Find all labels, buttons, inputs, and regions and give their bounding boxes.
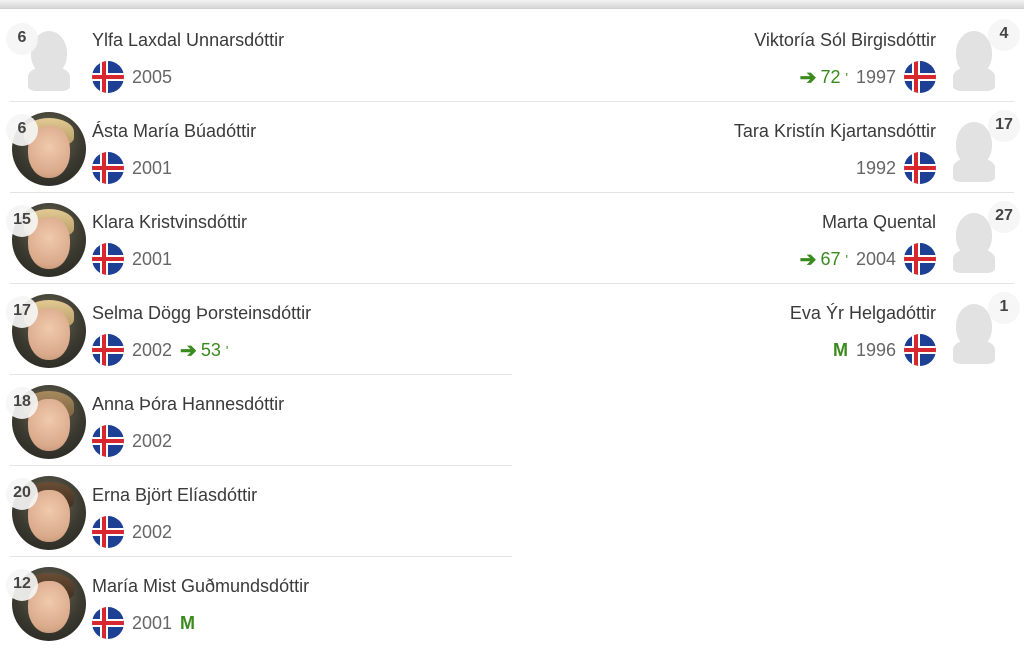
player-name[interactable]: Klara Kristvinsdóttir xyxy=(92,212,247,233)
player-name[interactable]: Ylfa Laxdal Unnarsdóttir xyxy=(92,30,284,51)
shirt-number-badge: 18 xyxy=(6,387,38,419)
iceland-flag-icon xyxy=(92,607,124,639)
birth-year: 2002 xyxy=(132,430,173,451)
top-divider xyxy=(0,0,1024,9)
birth-year: 1992 xyxy=(855,157,896,178)
shirt-number-badge: 17 xyxy=(6,296,38,328)
player-meta: 1992 xyxy=(855,152,936,184)
player-row[interactable]: 17 Tara Kristín Kjartansdóttir 1992 xyxy=(512,102,1020,193)
player-meta: 2002 ➔ 53 ' xyxy=(92,334,228,366)
minute-mark: ' xyxy=(225,342,229,358)
arrow-right-icon: ➔ xyxy=(180,339,197,362)
player-row[interactable]: 6 Ylfa Laxdal Unnarsdóttir 2005 xyxy=(6,11,512,102)
player-name[interactable]: Erna Björt Elíasdóttir xyxy=(92,485,257,506)
iceland-flag-icon xyxy=(92,61,124,93)
minute-mark: ' xyxy=(845,251,848,267)
player-row[interactable]: 4 Viktoría Sól Birgisdóttir ➔ 72 ' 1997 xyxy=(512,11,1020,102)
substitution-indicator: ➔ 67 ' xyxy=(800,247,848,272)
player-row[interactable]: 27 Marta Quental ➔ 67 ' 2004 xyxy=(512,193,1020,284)
shirt-number-badge: 27 xyxy=(988,201,1020,233)
birth-year: 1996 xyxy=(855,339,896,360)
player-name[interactable]: Selma Dögg Þorsteinsdóttir xyxy=(92,303,311,324)
player-name[interactable]: Eva Ýr Helgadóttir xyxy=(790,303,936,324)
arrow-right-icon: ➔ xyxy=(799,248,817,271)
shirt-number-badge: 12 xyxy=(6,569,38,601)
player-meta: ➔ 72 ' 1997 xyxy=(800,61,936,93)
substitution-indicator: ➔ 53 ' xyxy=(180,338,228,363)
birth-year: 1997 xyxy=(855,66,896,87)
birth-year: 2001 xyxy=(132,157,173,178)
birth-year: 2005 xyxy=(132,66,173,87)
player-meta: 2001 xyxy=(92,152,173,184)
player-meta: 2001 M xyxy=(92,607,196,639)
player-name[interactable]: María Mist Guðmundsdóttir xyxy=(92,576,309,597)
shirt-number-badge: 6 xyxy=(6,114,38,146)
birth-year: 2004 xyxy=(855,248,896,269)
m-badge: M xyxy=(832,339,848,360)
iceland-flag-icon xyxy=(904,61,936,93)
iceland-flag-icon xyxy=(92,425,124,457)
player-meta: 2002 xyxy=(92,516,173,548)
minute-mark: ' xyxy=(845,69,848,85)
player-name[interactable]: Tara Kristín Kjartansdóttir xyxy=(734,121,936,142)
player-row[interactable]: 6 Ásta María Búadóttir 2001 xyxy=(6,102,512,193)
home-lineup-column: 6 Ylfa Laxdal Unnarsdóttir 2005 6 Ásta María… xyxy=(0,11,512,647)
shirt-number-badge: 15 xyxy=(6,205,38,237)
shirt-number-badge: 6 xyxy=(6,23,38,55)
player-meta: 2002 xyxy=(92,425,173,457)
player-row[interactable]: 15 Klara Kristvinsdóttir 2001 xyxy=(6,193,512,284)
player-row[interactable]: 18 Anna Þóra Hannesdóttir 2002 xyxy=(6,375,512,466)
substitution-minute: 67 xyxy=(820,248,841,269)
iceland-flag-icon xyxy=(904,334,936,366)
substitution-minute: 72 xyxy=(820,66,841,87)
iceland-flag-icon xyxy=(92,334,124,366)
player-row[interactable]: 1 Eva Ýr Helgadóttir M 1996 xyxy=(512,284,1020,374)
birth-year: 2001 xyxy=(132,612,173,633)
shirt-number-badge: 17 xyxy=(988,110,1020,142)
birth-year: 2002 xyxy=(132,521,173,542)
shirt-number-badge: 1 xyxy=(988,292,1020,324)
shirt-number-badge: 20 xyxy=(6,478,38,510)
player-meta: M 1996 xyxy=(832,334,936,366)
away-lineup-column: 4 Viktoría Sól Birgisdóttir ➔ 72 ' 1997 17 Tara… xyxy=(512,11,1024,374)
player-meta: 2005 xyxy=(92,61,173,93)
substitution-minute: 53 xyxy=(200,339,221,360)
player-name[interactable]: Ásta María Búadóttir xyxy=(92,121,256,142)
substitution-indicator: ➔ 72 ' xyxy=(800,65,848,90)
iceland-flag-icon xyxy=(92,152,124,184)
player-name[interactable]: Anna Þóra Hannesdóttir xyxy=(92,394,284,415)
player-row[interactable]: 17 Selma Dögg Þorsteinsdóttir 2002 ➔ 53 ' xyxy=(6,284,512,375)
birth-year: 2001 xyxy=(132,248,173,269)
m-badge: M xyxy=(180,612,196,633)
iceland-flag-icon xyxy=(92,516,124,548)
arrow-right-icon: ➔ xyxy=(799,66,817,89)
iceland-flag-icon xyxy=(904,243,936,275)
birth-year: 2002 xyxy=(132,339,173,360)
player-meta: 2001 xyxy=(92,243,173,275)
iceland-flag-icon xyxy=(92,243,124,275)
player-name[interactable]: Marta Quental xyxy=(822,212,936,233)
player-row[interactable]: 12 María Mist Guðmundsdóttir 2001 M xyxy=(6,557,512,647)
shirt-number-badge: 4 xyxy=(988,19,1020,51)
player-row[interactable]: 20 Erna Björt Elíasdóttir 2002 xyxy=(6,466,512,557)
iceland-flag-icon xyxy=(904,152,936,184)
player-meta: ➔ 67 ' 2004 xyxy=(800,243,936,275)
player-name[interactable]: Viktoría Sól Birgisdóttir xyxy=(754,30,936,51)
